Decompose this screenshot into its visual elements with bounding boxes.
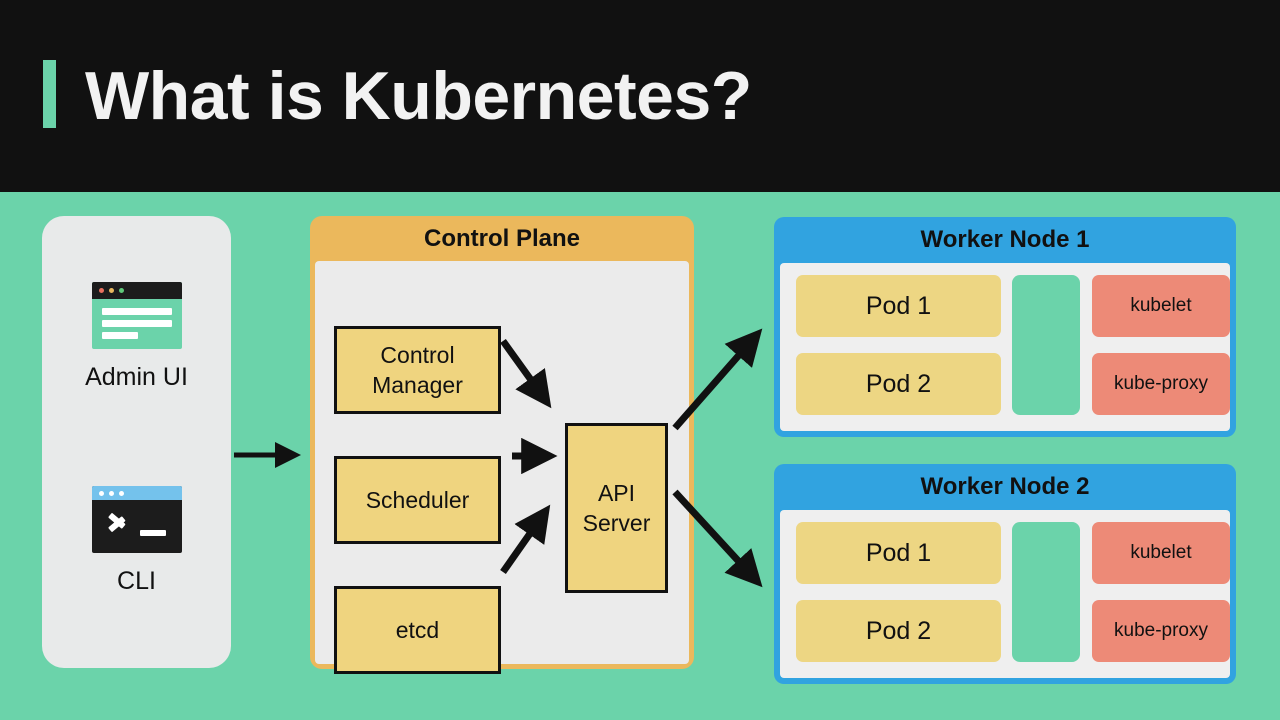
title-accent-bar	[43, 60, 56, 128]
control-plane-body: Control Manager Scheduler etcd API Serve…	[315, 261, 689, 674]
control-plane-panel: Control Plane Control Manager Scheduler …	[310, 216, 694, 674]
control-plane-box-control-manager[interactable]: Control Manager	[334, 326, 501, 414]
worker-node-1-kubelet[interactable]: kubelet	[1092, 275, 1230, 337]
worker-node-2: Worker Node 2 Pod 1 Pod 2 kubelet kube-p…	[774, 464, 1236, 684]
worker-node-2-spacer	[1012, 522, 1080, 662]
terminal-prompt-chevron-icon	[110, 510, 132, 532]
terminal-dot	[98, 491, 104, 496]
terminal-dot	[118, 491, 124, 496]
page-title: What is Kubernetes?	[85, 58, 752, 134]
worker-node-1-pod-2[interactable]: Pod 2	[796, 353, 1001, 415]
worker-node-1-kube-proxy[interactable]: kube-proxy	[1092, 353, 1230, 415]
clients-panel: Admin UI CLI	[42, 216, 231, 668]
worker-node-2-pod-1[interactable]: Pod 1	[796, 522, 1001, 584]
title-bar: What is Kubernetes?	[0, 0, 1280, 192]
client-label-admin-ui: Admin UI	[85, 363, 188, 391]
control-plane-box-api-server[interactable]: API Server	[565, 423, 668, 593]
terminal-title-bar	[91, 486, 182, 500]
control-plane-title: Control Plane	[423, 225, 580, 252]
worker-node-1-title: Worker Node 1	[920, 226, 1090, 253]
client-item-cli[interactable]: CLI	[42, 486, 231, 597]
browser-content-line	[101, 308, 172, 315]
client-item-admin-ui[interactable]: Admin UI	[42, 282, 231, 393]
browser-content-line	[101, 320, 172, 327]
terminal-dot	[108, 491, 114, 496]
worker-node-1-spacer	[1012, 275, 1080, 415]
control-plane-box-scheduler[interactable]: Scheduler	[334, 456, 501, 544]
browser-dot-yellow	[108, 288, 114, 293]
worker-node-2-pod-2[interactable]: Pod 2	[796, 600, 1001, 662]
control-plane-box-etcd[interactable]: etcd	[334, 586, 501, 674]
browser-dot-red	[98, 288, 104, 293]
browser-dot-green	[118, 288, 124, 293]
worker-node-1: Worker Node 1 Pod 1 Pod 2 kubelet kube-p…	[774, 217, 1236, 437]
terminal-icon	[91, 486, 182, 553]
browser-title-bar	[91, 282, 182, 299]
client-label-cli: CLI	[117, 567, 156, 595]
worker-node-2-kube-proxy[interactable]: kube-proxy	[1092, 600, 1230, 662]
browser-window-icon	[91, 282, 182, 349]
slide-canvas: What is Kubernetes? Admin UI CLI Control…	[0, 0, 1280, 720]
worker-node-2-body: Pod 1 Pod 2 kubelet kube-proxy	[780, 510, 1230, 678]
worker-node-1-body: Pod 1 Pod 2 kubelet kube-proxy	[780, 263, 1230, 431]
browser-content-line	[101, 332, 138, 339]
worker-node-1-pod-1[interactable]: Pod 1	[796, 275, 1001, 337]
worker-node-2-kubelet[interactable]: kubelet	[1092, 522, 1230, 584]
worker-node-2-title: Worker Node 2	[920, 473, 1090, 500]
terminal-cursor-icon	[139, 530, 166, 536]
